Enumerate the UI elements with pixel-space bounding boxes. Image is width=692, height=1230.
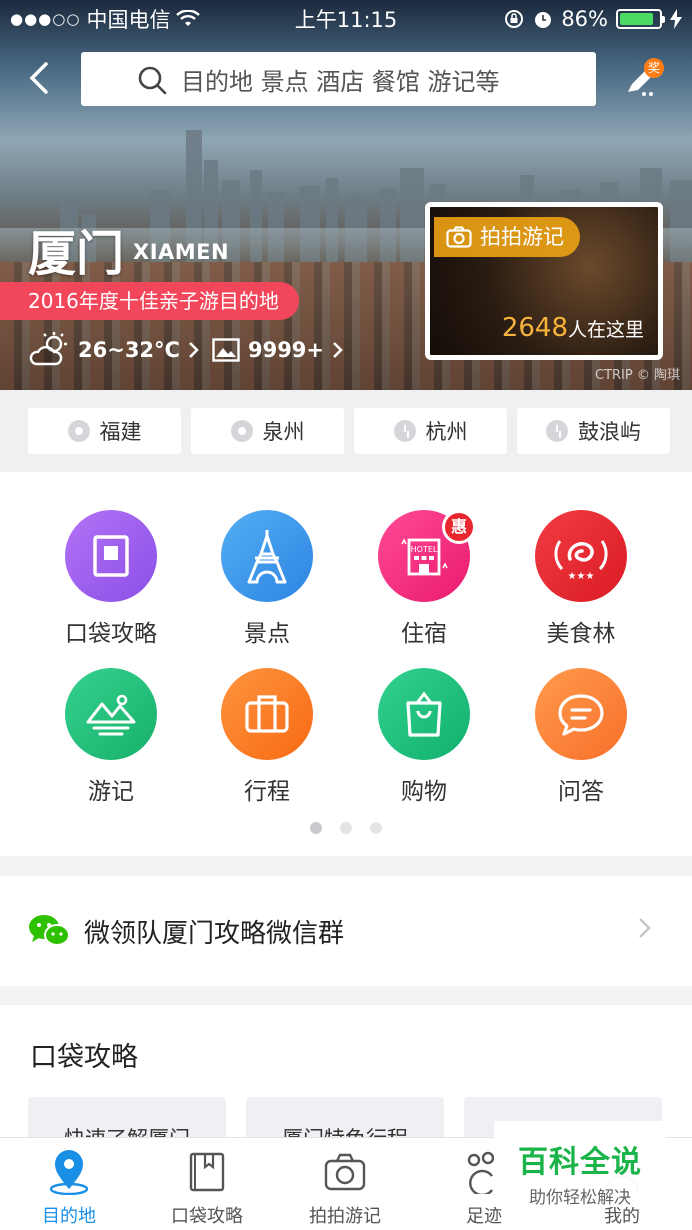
chip-fujian[interactable]: 福建 [28,408,181,454]
tab-destination[interactable]: 目的地 [9,1148,129,1228]
feature-grid: 口袋攻略 景点 HOTEL 惠 住宿 ★★★ 美食林 游记 行程 购物 问答 [0,472,692,856]
chip-label: 福建 [99,420,142,444]
related-destinations: 福建 泉州 杭州 鼓浪屿 [0,390,692,472]
pin-icon [67,420,90,442]
page-dot[interactable] [340,822,352,834]
clock-icon [393,420,416,442]
search-placeholder: 目的地 景点 酒店 餐馆 游记等 [181,67,500,96]
page-indicator [0,822,692,834]
grid-label: 景点 [244,621,290,647]
visitor-count-number: 2648 [501,313,568,343]
chip-quanzhou[interactable]: 泉州 [191,408,344,454]
weather-row: 26~32°C 9999+ [28,332,344,368]
search-icon [138,66,167,95]
temperature-range[interactable]: 26~32°C [78,338,180,362]
chevron-right-icon [639,918,651,938]
photo-journal-label: 拍拍游记 [480,225,564,249]
award-banner[interactable]: 2016年度十佳亲子游目的地 [0,282,299,320]
grid-label: 购物 [401,779,447,805]
grid-label: 问答 [558,779,604,805]
chip-label: 泉州 [262,420,305,444]
signal-strength: ●●●○○ [10,10,81,28]
back-button[interactable] [24,58,58,98]
suitcase-icon [221,668,313,760]
battery-level [620,13,653,25]
chip-gulangyu[interactable]: 鼓浪屿 [517,408,670,454]
gallery-icon [212,338,240,362]
write-review-button[interactable]: 奖 [622,58,666,98]
grid-label: 美食林 [546,621,616,647]
wechat-group-label: 微领队厦门攻略微信群 [84,918,345,949]
rotation-lock-icon [505,10,524,28]
grid-pocket-guide[interactable]: 口袋攻略 [31,510,191,648]
grid-shopping[interactable]: 购物 [344,668,504,806]
page-dot[interactable] [370,822,382,834]
camera-icon [446,226,472,248]
status-bar: ●●●○○ 中国电信 上午11:15 86% [0,0,692,38]
watermark-subtitle: 助你轻松解决 [529,1188,631,1208]
grid-food-forest[interactable]: ★★★ 美食林 [501,510,661,648]
site-watermark: 百科全说 助你轻松解决 [494,1121,666,1208]
svg-text:★★★: ★★★ [568,571,595,582]
bag-icon [378,668,470,760]
clock-icon [546,420,568,442]
tower-icon [221,510,313,602]
tab-pocket-guide[interactable]: 口袋攻略 [147,1148,267,1228]
location-icon [49,1150,89,1195]
charging-icon [670,9,682,29]
battery-icon [616,9,665,29]
alarm-icon [535,12,552,28]
wechat-icon [29,915,70,946]
chevron-right-icon [189,342,199,358]
wifi-icon [176,10,201,26]
photo-journal-tag: 拍拍游记 [434,217,580,257]
partly-cloudy-icon [29,332,67,366]
book-icon [189,1152,225,1192]
mountain-icon [65,668,157,760]
grid-travel-notes[interactable]: 游记 [31,668,191,806]
reward-badge: 奖 [644,58,664,78]
tab-label: 口袋攻略 [171,1206,243,1227]
tab-label: 目的地 [42,1206,96,1227]
discount-badge: 惠 [442,510,476,544]
chevron-right-icon [333,342,343,358]
battery-percentage: 86% [561,7,608,31]
grid-qa[interactable]: 问答 [501,668,661,806]
visitor-count: 2648人在这里 [502,313,644,343]
hotel-icon: HOTEL 惠 [378,510,476,602]
pin-icon [230,420,253,442]
chat-icon [535,668,627,760]
chip-hangzhou[interactable]: 杭州 [354,408,507,454]
grid-lodging[interactable]: HOTEL 惠 住宿 [344,510,504,648]
grid-label: 游记 [88,779,134,805]
section-title: 口袋攻略 [30,1042,138,1073]
grid-label: 住宿 [401,621,447,647]
grid-attractions[interactable]: 景点 [187,510,347,648]
grid-label: 口袋攻略 [65,621,157,647]
watermark-title: 百科全说 [518,1145,642,1180]
grid-label: 行程 [244,779,290,805]
search-input[interactable]: 目的地 景点 酒店 餐馆 游记等 [81,52,596,106]
city-name-english: XIAMEN [133,240,230,264]
city-name: 厦门 [28,226,125,282]
photo-count[interactable]: 9999+ [248,338,324,362]
book-icon [65,510,157,602]
chevron-left-icon [29,62,48,94]
food-forest-icon: ★★★ [535,510,627,602]
carrier-name: 中国电信 [86,8,171,32]
photo-journal-card[interactable]: 拍拍游记 2648人在这里 [425,202,663,360]
tab-label: 拍拍游记 [309,1206,381,1227]
chip-label: 杭州 [425,420,468,444]
visitor-count-suffix: 人在这里 [567,319,644,341]
tab-photo-journal[interactable]: 拍拍游记 [285,1148,405,1228]
svg-text:HOTEL: HOTEL [411,545,438,554]
chip-label: 鼓浪屿 [578,420,641,444]
camera-icon [324,1153,366,1191]
page-dot-active[interactable] [310,822,322,834]
wechat-group-row[interactable]: 微领队厦门攻略微信群 [0,876,692,986]
grid-itinerary[interactable]: 行程 [187,668,347,806]
photo-copyright: CTRIP © 陶琪 [595,368,680,383]
